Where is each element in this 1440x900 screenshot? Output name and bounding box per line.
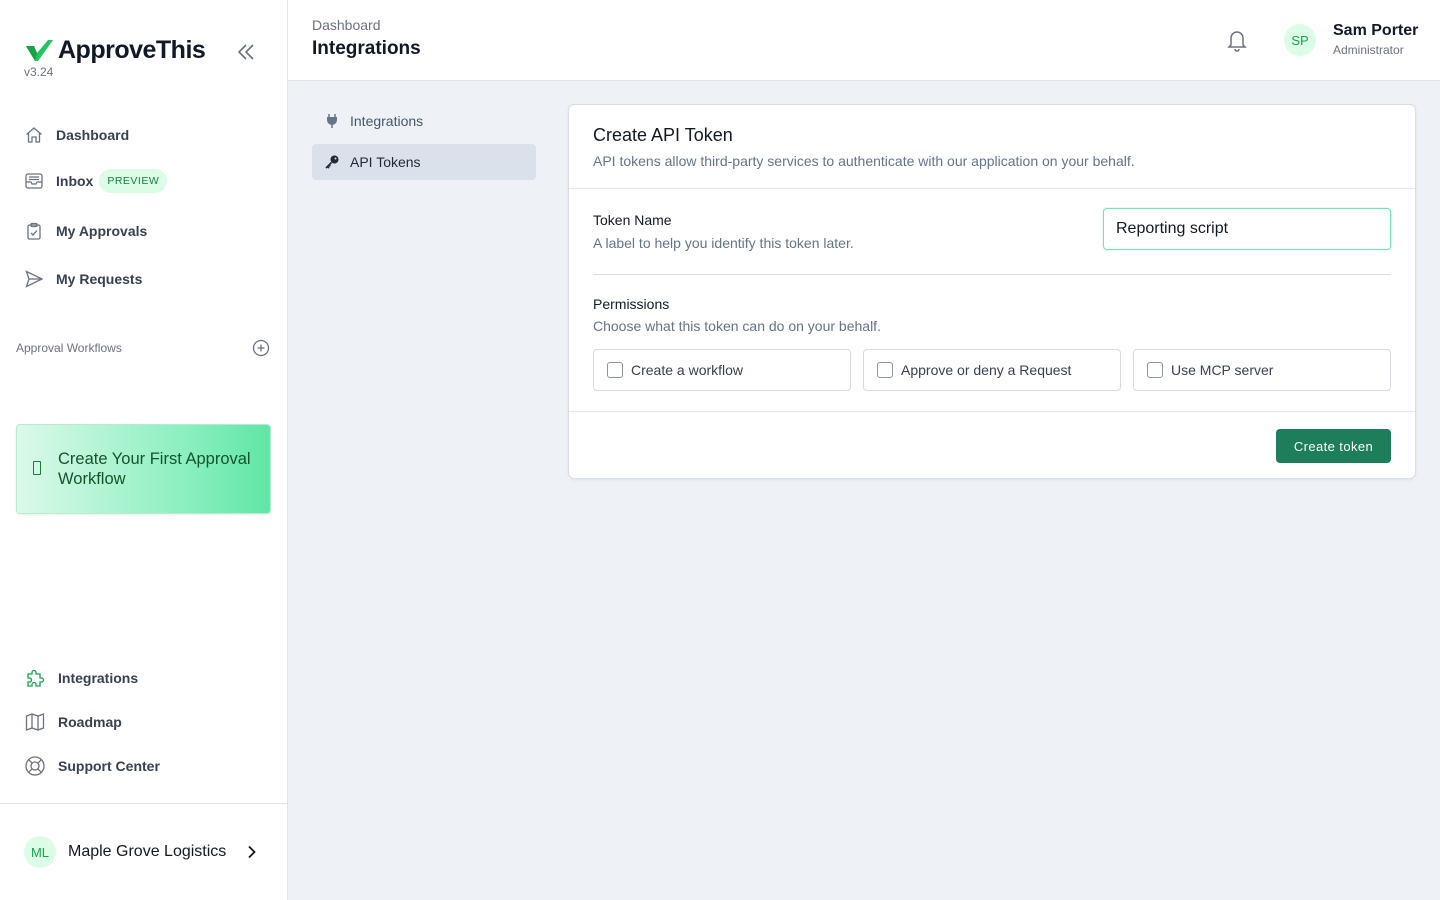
token-name-input[interactable] [1103,208,1391,250]
key-icon [325,155,339,169]
sidebar-item-support-center[interactable]: Support Center [24,752,264,780]
org-avatar: ML [24,836,56,868]
subnav-item-api-tokens[interactable]: API Tokens [312,144,536,180]
card-title: Create API Token [593,125,733,145]
workflows-section-title: Approval Workflows [16,341,122,355]
permissions-label: Permissions [593,296,670,312]
checkbox[interactable] [607,362,623,378]
sidebar-item-label: Integrations [58,670,139,686]
token-name-label: Token Name [593,212,672,228]
permissions-help: Choose what this token can do on your be… [593,318,881,334]
sidebar-item-label: My Requests [56,271,143,287]
organization-switcher[interactable]: ML Maple Grove Logistics [24,836,264,868]
breadcrumb[interactable]: Dashboard [312,17,381,33]
permission-label: Create a workflow [631,362,744,378]
token-name-help: A label to help you identify this token … [593,235,854,251]
sidebar-item-label: Roadmap [58,714,122,730]
user-name: Sam Porter [1333,22,1419,39]
chevron-right-icon [248,845,256,859]
user-avatar[interactable]: SP [1284,24,1316,56]
sidebar-item-my-approvals[interactable]: My Approvals [24,217,264,245]
plug-icon [327,114,337,128]
permission-use-mcp-server[interactable]: Use MCP server [1133,349,1391,391]
permission-label: Use MCP server [1171,362,1274,378]
page-title: Integrations [312,38,421,59]
plus-circle-icon[interactable] [252,339,270,357]
sidebar-item-label: Dashboard [56,127,130,143]
create-workflow-label: Create Your First Approval Workflow [58,450,251,488]
bell-icon[interactable] [1226,28,1248,52]
sidebar-item-label: My Approvals [56,223,148,239]
lifebuoy-icon [25,756,45,776]
app-version: v3.24 [24,65,54,79]
inbox-icon [25,173,43,189]
check-logo-icon [26,39,53,61]
home-icon [26,127,42,143]
send-icon [25,270,44,288]
puzzle-icon [27,669,45,687]
checkbox[interactable] [1147,362,1163,378]
permission-create-workflow[interactable]: Create a workflow [593,349,851,391]
preview-badge: PREVIEW [99,169,168,193]
brand[interactable]: ApproveThis [24,36,206,65]
org-name: Maple Grove Logistics [68,843,227,860]
create-token-button[interactable]: Create token [1276,429,1391,463]
sidebar-divider [0,803,287,804]
sidebar: ApproveThis v3.24 Dashboard Inbox PREVIE… [0,0,288,900]
subnav-item-integrations[interactable]: Integrations [312,103,536,139]
workflow-glyph-icon [33,461,41,475]
user-role: Administrator [1333,43,1404,57]
subnav-item-label: API Tokens [350,154,421,170]
double-chevron-left-icon[interactable] [234,40,258,64]
divider [569,188,1415,189]
sidebar-item-label: Inbox [56,173,94,189]
clipboard-check-icon [27,222,41,240]
sidebar-item-inbox[interactable]: Inbox PREVIEW [24,167,264,195]
sidebar-item-integrations[interactable]: Integrations [24,664,264,692]
subnav-item-label: Integrations [350,113,424,129]
sidebar-item-my-requests[interactable]: My Requests [24,265,264,293]
sidebar-item-roadmap[interactable]: Roadmap [24,708,264,736]
checkbox[interactable] [877,362,893,378]
permission-approve-deny-request[interactable]: Approve or deny a Request [863,349,1121,391]
card-description: API tokens allow third-party services to… [593,153,1135,169]
sidebar-item-dashboard[interactable]: Dashboard [24,121,264,149]
create-api-token-card: Create API Token API tokens allow third-… [568,104,1416,479]
map-icon [25,713,45,731]
divider [593,274,1391,275]
create-first-workflow-button[interactable]: Create Your First Approval Workflow [16,424,271,514]
top-header: Dashboard Integrations SP Sam Porter Adm… [288,0,1440,81]
permission-label: Approve or deny a Request [901,362,1072,378]
brand-name: ApproveThis [58,36,206,64]
sidebar-item-label: Support Center [58,758,160,774]
divider [569,411,1415,412]
